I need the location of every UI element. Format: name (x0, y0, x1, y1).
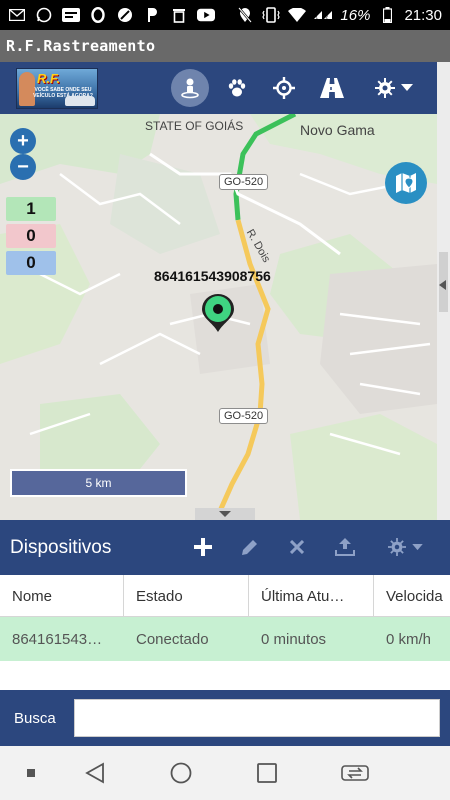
routes-button[interactable] (313, 69, 351, 107)
add-device-button[interactable] (190, 534, 216, 560)
person-button[interactable] (171, 69, 209, 107)
count-online[interactable]: 1 (6, 197, 56, 221)
upload-icon (335, 538, 355, 556)
cell-speed: 0 km/h (386, 630, 432, 648)
p-icon (143, 6, 161, 24)
panel-settings-button[interactable] (380, 534, 430, 560)
road-icon (320, 78, 344, 98)
locate-button[interactable] (265, 69, 303, 107)
trash-icon (170, 6, 188, 24)
side-collapse-bar[interactable] (437, 62, 450, 520)
devices-panel-header: Dispositivos (0, 520, 450, 575)
search-label: Busca (14, 710, 56, 727)
nav-dot-button[interactable] (18, 760, 44, 786)
settings-menu-button[interactable] (369, 69, 419, 107)
app-root: 12 16% 21:30 R.F.Rastreamento R.F. VOCÊ … (0, 0, 450, 800)
upload-button[interactable] (332, 534, 358, 560)
switch-icon (341, 765, 369, 781)
status-bar: 12 16% 21:30 (0, 0, 450, 30)
road-shield-2: GO-520 (219, 408, 269, 424)
o-icon (89, 6, 107, 24)
map-scale: 5 km (10, 469, 187, 497)
plus-icon (194, 538, 212, 556)
vibrate-icon (262, 6, 281, 24)
zoom-out-button[interactable]: − (10, 154, 36, 180)
main-toolbar: R.F. VOCÊ SABE ONDE SEU VEÍCULO ESTÁ AGO… (0, 62, 437, 114)
edit-device-button[interactable] (237, 534, 263, 560)
delete-device-button[interactable] (284, 534, 310, 560)
devices-table-header: Nome Estado Última Atu… Velocida (0, 575, 450, 617)
cell-name: 864161543… (12, 630, 103, 648)
map-label-city: Novo Gama (300, 122, 375, 138)
collapse-icon (219, 511, 231, 517)
home-button[interactable] (168, 760, 194, 786)
road-shield-1: GO-520 (219, 174, 269, 190)
whatsapp-icon (35, 6, 53, 24)
search-input[interactable] (74, 699, 440, 737)
gear-icon (387, 538, 406, 556)
search-bar: Busca (0, 690, 450, 746)
caret-down-icon (411, 543, 423, 550)
mail-icon (8, 6, 26, 24)
crosshair-icon (273, 77, 295, 99)
news-icon (62, 6, 80, 24)
map-pin-icon (202, 294, 234, 332)
no-icon (116, 6, 134, 24)
home-icon (170, 762, 192, 784)
company-logo: R.F. VOCÊ SABE ONDE SEU VEÍCULO ESTÁ AGO… (16, 68, 98, 109)
cell-last-update: 0 minutos (261, 630, 327, 648)
battery-icon (378, 6, 396, 24)
app-title: R.F.Rastreamento (0, 30, 450, 62)
recents-button[interactable] (254, 760, 280, 786)
battery-percent: 16% (340, 6, 371, 24)
person-icon (181, 78, 199, 99)
map-layers-button[interactable] (385, 162, 427, 204)
zoom-in-button[interactable]: + (10, 128, 36, 154)
signal-icon: 12 (314, 6, 333, 24)
paw-icon (228, 79, 246, 97)
column-header-name[interactable]: Nome (0, 575, 124, 617)
recents-icon (257, 763, 277, 783)
map-layers-icon (396, 173, 416, 193)
count-offline[interactable]: 0 (6, 224, 56, 248)
youtube-icon (197, 6, 215, 24)
panel-title: Dispositivos (10, 537, 112, 558)
device-map-label: 864161543908756 (154, 268, 271, 284)
back-icon (85, 762, 104, 784)
gear-icon (375, 78, 395, 98)
notification-icons (8, 6, 215, 24)
count-unknown[interactable]: 0 (6, 251, 56, 275)
column-header-state[interactable]: Estado (124, 575, 249, 617)
clock: 21:30 (404, 6, 442, 24)
pets-button[interactable] (218, 69, 256, 107)
column-header-speed[interactable]: Velocida (374, 575, 450, 617)
map-label-state: STATE OF GOIÁS (145, 119, 244, 133)
device-marker[interactable] (200, 294, 236, 334)
map-view[interactable]: + − 1 0 0 STATE OF GOIÁS Novo Gama R. Do… (0, 114, 437, 520)
caret-down-icon (401, 84, 413, 91)
cell-state: Conectado (136, 630, 209, 648)
back-button[interactable] (82, 760, 108, 786)
map-collapse-handle[interactable] (195, 508, 255, 520)
switch-app-button[interactable] (340, 760, 370, 786)
logo-brand: R.F. (37, 71, 61, 86)
wifi-icon (288, 6, 307, 24)
column-header-last-update[interactable]: Última Atu… (249, 575, 374, 617)
location-off-icon (236, 6, 254, 24)
system-indicators: 12 16% 21:30 (236, 6, 442, 24)
table-row[interactable]: 864161543… Conectado 0 minutos 0 km/h (0, 617, 450, 661)
android-nav-bar (0, 746, 450, 800)
chevron-left-icon (439, 280, 446, 290)
pencil-icon (242, 540, 257, 555)
dot-icon (27, 769, 35, 777)
close-icon (290, 540, 304, 554)
logo-car (65, 96, 95, 106)
